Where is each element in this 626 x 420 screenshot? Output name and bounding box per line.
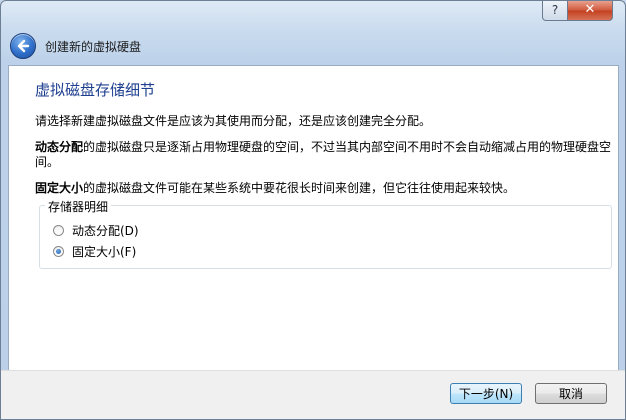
page-heading: 虚拟磁盘存储细节: [35, 81, 156, 99]
storage-details-legend: 存储器明细: [45, 198, 112, 215]
wizard-title: 创建新的虚拟硬盘: [45, 40, 142, 54]
wizard-window: ? ✕ 创建新的虚拟硬盘 虚拟磁盘存储细节 请选择新建虚拟磁盘文件是应该为其使用…: [0, 0, 626, 420]
wizard-nav-bar: 创建新的虚拟硬盘: [1, 25, 625, 65]
close-button[interactable]: ✕: [567, 1, 613, 21]
radio-dynamic[interactable]: [53, 225, 64, 236]
intro-text: 请选择新建虚拟磁盘文件是应该为其使用而分配，还是应该创建完全分配。: [35, 114, 432, 128]
option-fixed-label: 固定大小(F): [72, 245, 137, 259]
fixed-bold-term: 固定大小: [35, 181, 84, 195]
wizard-page: 虚拟磁盘存储细节 请选择新建虚拟磁盘文件是应该为其使用而分配，还是应该创建完全分…: [8, 65, 619, 371]
fixed-description: 固定大小的虚拟磁盘文件可能在某些系统中要花很长时间来创建，但它往往使用起来较快。: [35, 181, 615, 196]
option-dynamic-label: 动态分配(D): [72, 224, 139, 238]
dynamic-desc-text: 的虚拟磁盘只是逐渐占用物理硬盘的空间，不过当其内部空间不用时不会自动缩减占用的物…: [35, 140, 612, 169]
back-button[interactable]: [10, 33, 36, 59]
dynamic-bold-term: 动态分配: [35, 140, 84, 154]
button-bar: 下一步(N) 取消: [1, 370, 625, 419]
arrow-left-icon: [17, 39, 30, 53]
next-button[interactable]: 下一步(N): [450, 383, 522, 404]
option-fixed[interactable]: 固定大小(F): [53, 243, 136, 260]
radio-fixed[interactable]: [53, 246, 64, 257]
dynamic-description: 动态分配的虚拟磁盘只是逐渐占用物理硬盘的空间，不过当其内部空间不用时不会自动缩减…: [35, 140, 615, 170]
title-bar: ? ✕: [1, 1, 625, 25]
cancel-button[interactable]: 取消: [535, 383, 607, 404]
option-dynamic[interactable]: 动态分配(D): [53, 222, 139, 239]
help-button[interactable]: ?: [542, 1, 568, 21]
fixed-desc-text: 的虚拟磁盘文件可能在某些系统中要花很长时间来创建，但它往往使用起来较快。: [83, 181, 516, 195]
